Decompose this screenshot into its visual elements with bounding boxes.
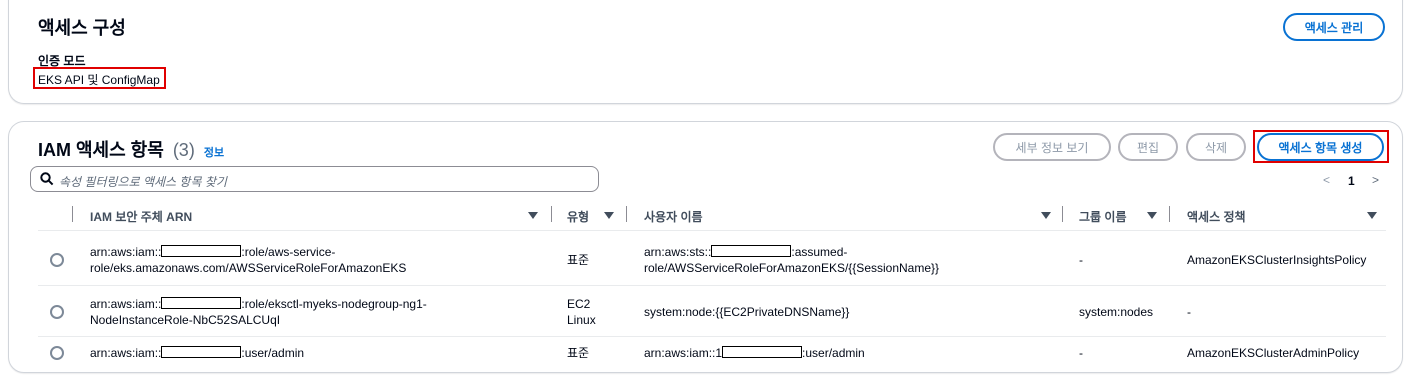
row-user: arn:aws:sts:::assumed- role/AWSServiceRo… <box>644 244 939 276</box>
row-arn-link[interactable]: arn:aws:iam:::role/aws-service- role/eks… <box>90 244 406 276</box>
row-policy: AmazonEKSClusterAdminPolicy <box>1187 346 1360 360</box>
search-placeholder: 속성 필터링으로 액세스 항목 찾기 <box>59 175 227 189</box>
type-line1: EC2 <box>567 297 591 311</box>
search-box[interactable]: 속성 필터링으로 액세스 항목 찾기 <box>30 166 599 192</box>
arn-suffix: :role/aws-service- <box>241 245 336 259</box>
row-type: 표준 <box>567 346 590 360</box>
row-policy: AmazonEKSClusterInsightsPolicy <box>1187 253 1367 267</box>
row-arn-link[interactable]: arn:aws:iam:::user/admin <box>90 345 304 361</box>
column-separator <box>1062 206 1063 222</box>
column-header-arn[interactable]: IAM 보안 주체 ARN <box>90 208 192 225</box>
user-suffix: :user/admin <box>802 346 865 360</box>
column-header-user[interactable]: 사용자 이름 <box>644 208 703 225</box>
view-details-button[interactable]: 세부 정보 보기 <box>993 133 1111 161</box>
row-divider <box>38 285 1386 286</box>
row-select-radio[interactable] <box>50 346 64 360</box>
manage-access-button[interactable]: 액세스 관리 <box>1283 13 1385 41</box>
edit-button[interactable]: 편집 <box>1118 133 1178 161</box>
header-divider <box>38 230 1386 231</box>
arn-line2: NodeInstanceRole-NbC52SALCUqI <box>90 313 281 327</box>
column-separator <box>626 206 627 222</box>
row-arn-link[interactable]: arn:aws:iam:::role/eksctl-myeks-nodegrou… <box>90 296 427 328</box>
row-divider <box>38 336 1386 337</box>
sort-policy-icon[interactable] <box>1367 212 1377 219</box>
column-separator <box>1169 206 1170 222</box>
user-line2: role/AWSServiceRoleForAmazonEKS/{{Sessio… <box>644 261 940 275</box>
row-policy: - <box>1187 305 1191 319</box>
access-entries-count: (3) <box>172 140 195 160</box>
user-suffix: :assumed- <box>791 245 848 259</box>
row-type: 표준 <box>567 253 590 267</box>
row-user: system:node:{{EC2PrivateDNSName}} <box>644 305 850 319</box>
access-config-panel <box>8 0 1403 104</box>
arn-suffix: :role/eksctl-myeks-nodegroup-ng1- <box>241 297 427 311</box>
arn-prefix: arn:aws:iam:: <box>90 346 162 360</box>
search-icon <box>40 172 54 191</box>
auth-mode-value: EKS API 및 ConfigMap <box>38 73 160 87</box>
redacted-account-id <box>161 346 242 358</box>
sort-type-icon[interactable] <box>604 212 614 219</box>
arn-line2: role/eks.amazonaws.com/AWSServiceRoleFor… <box>90 261 407 275</box>
sort-arn-icon[interactable] <box>528 212 538 219</box>
redacted-account-id <box>161 297 242 309</box>
create-access-entry-button[interactable]: 액세스 항목 생성 <box>1257 133 1384 161</box>
column-header-group[interactable]: 그룹 이름 <box>1079 208 1127 225</box>
row-type: EC2 Linux <box>567 296 596 328</box>
user-prefix: arn:aws:sts:: <box>644 245 712 259</box>
column-header-policy[interactable]: 액세스 정책 <box>1187 208 1246 225</box>
column-header-type[interactable]: 유형 <box>567 208 589 225</box>
column-separator <box>72 206 73 222</box>
page-number[interactable]: 1 <box>1348 174 1355 188</box>
row-select-radio[interactable] <box>50 253 64 267</box>
row-select-radio[interactable] <box>50 305 64 319</box>
redacted-account-id <box>161 245 242 257</box>
row-group: system:nodes <box>1079 305 1154 319</box>
row-group: - <box>1079 346 1083 360</box>
arn-suffix: :user/admin <box>241 346 305 360</box>
row-user: arn:aws:iam::1 :user/admin <box>644 345 865 361</box>
access-entries-title-text: IAM 액세스 항목 <box>38 140 164 160</box>
delete-button[interactable]: 삭제 <box>1186 133 1246 161</box>
user-prefix: arn:aws:iam::1 <box>644 346 723 360</box>
access-entries-title: IAM 액세스 항목 (3) 정보 <box>38 136 224 162</box>
arn-prefix: arn:aws:iam:: <box>90 245 162 259</box>
type-line2: Linux <box>567 313 596 327</box>
info-link[interactable]: 정보 <box>204 147 224 159</box>
sort-user-icon[interactable] <box>1041 212 1051 219</box>
redacted-account-id <box>711 245 792 257</box>
next-page-icon[interactable]: > <box>1372 173 1379 187</box>
column-separator <box>551 206 552 222</box>
sort-group-icon[interactable] <box>1147 212 1157 219</box>
prev-page-icon[interactable]: < <box>1323 173 1330 187</box>
arn-prefix: arn:aws:iam:: <box>90 297 162 311</box>
redacted-account-id <box>722 346 803 358</box>
access-config-title: 액세스 구성 <box>38 18 126 38</box>
row-group: - <box>1079 253 1083 267</box>
